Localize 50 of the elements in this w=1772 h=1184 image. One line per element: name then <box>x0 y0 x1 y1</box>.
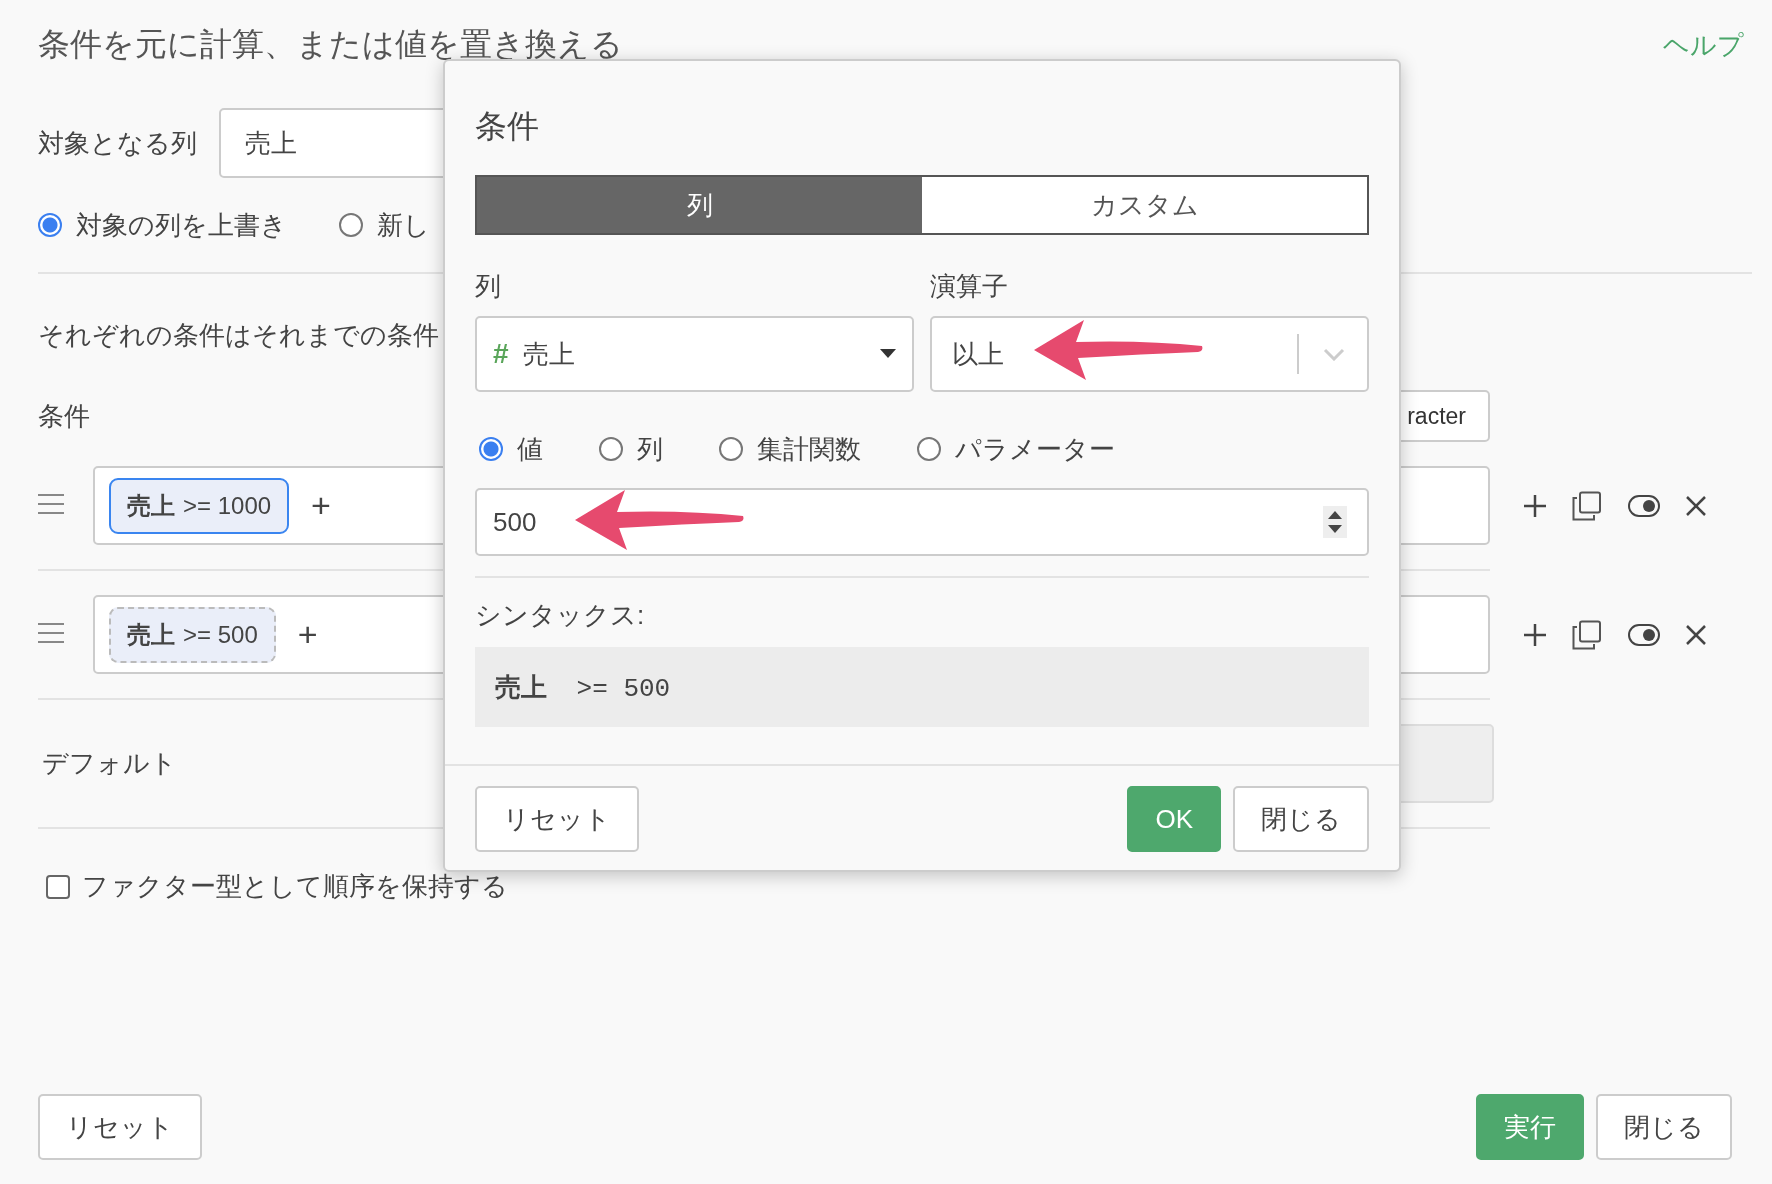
syntax-code: 売上 >= 500 <box>495 672 671 705</box>
drag-handle-icon[interactable] <box>38 494 64 514</box>
condition-chip[interactable]: 売上 >= 500 <box>109 606 276 663</box>
reset-button[interactable]: リセット <box>38 1094 202 1160</box>
tab[interactable]: カスタム <box>922 177 1367 233</box>
radio-label: 新し <box>377 208 430 242</box>
radio-label: 値 <box>517 432 543 466</box>
checkbox-label: ファクター型として順序を保持する <box>82 870 508 903</box>
reset-button[interactable]: リセット <box>475 786 639 852</box>
chevron-icon <box>1323 347 1345 361</box>
field-label: 対象となる列 <box>38 126 197 160</box>
radio-button[interactable] <box>479 437 503 461</box>
plus-icon[interactable] <box>1524 623 1546 646</box>
radio-label: 集計関数 <box>757 432 861 466</box>
tab[interactable]: 列 <box>477 177 922 233</box>
radio-label: 対象の列を上書き <box>76 208 287 242</box>
caret-icon <box>880 349 896 359</box>
add-button[interactable]: + <box>297 615 318 654</box>
operator-select[interactable]: 以上 <box>930 316 1369 392</box>
default-label: デフォルト <box>41 747 178 780</box>
column-select[interactable]: # 売上 <box>475 316 914 392</box>
checkbox[interactable] <box>46 874 70 899</box>
field-label: 演算子 <box>930 271 1008 301</box>
close-button[interactable]: 閉じる <box>1596 1094 1732 1160</box>
copy-icon[interactable] <box>1572 619 1602 650</box>
field-label: 列 <box>475 271 501 301</box>
spinner-icon[interactable] <box>1323 506 1347 538</box>
close-button[interactable]: 閉じる <box>1233 786 1369 852</box>
condition-chip[interactable]: 売上 >= 1000 <box>109 477 290 534</box>
radio-button[interactable] <box>917 437 941 461</box>
close-icon[interactable] <box>1686 495 1706 516</box>
copy-icon[interactable] <box>1572 490 1602 521</box>
toggle-icon[interactable] <box>1628 623 1660 646</box>
number-type-icon: # <box>493 338 509 370</box>
radio-label: 列 <box>637 432 663 466</box>
plus-icon[interactable] <box>1524 494 1546 517</box>
description-text: それぞれの条件はそれまでの条件 <box>38 319 439 350</box>
toggle-icon[interactable] <box>1628 494 1660 517</box>
syntax-label: シンタックス: <box>475 599 646 632</box>
radio-label: パラメーター <box>955 432 1115 466</box>
value-field[interactable]: 500 <box>475 488 1369 556</box>
dialog-title: 条件 <box>475 107 540 146</box>
section-label: 条件 <box>38 399 90 433</box>
radio-button[interactable] <box>38 213 62 237</box>
radio-button[interactable] <box>719 437 743 461</box>
add-button[interactable]: + <box>311 486 331 525</box>
radio-button[interactable] <box>599 437 623 461</box>
close-icon[interactable] <box>1686 624 1706 645</box>
drag-handle-icon[interactable] <box>38 623 64 643</box>
radio-button[interactable] <box>339 213 363 237</box>
